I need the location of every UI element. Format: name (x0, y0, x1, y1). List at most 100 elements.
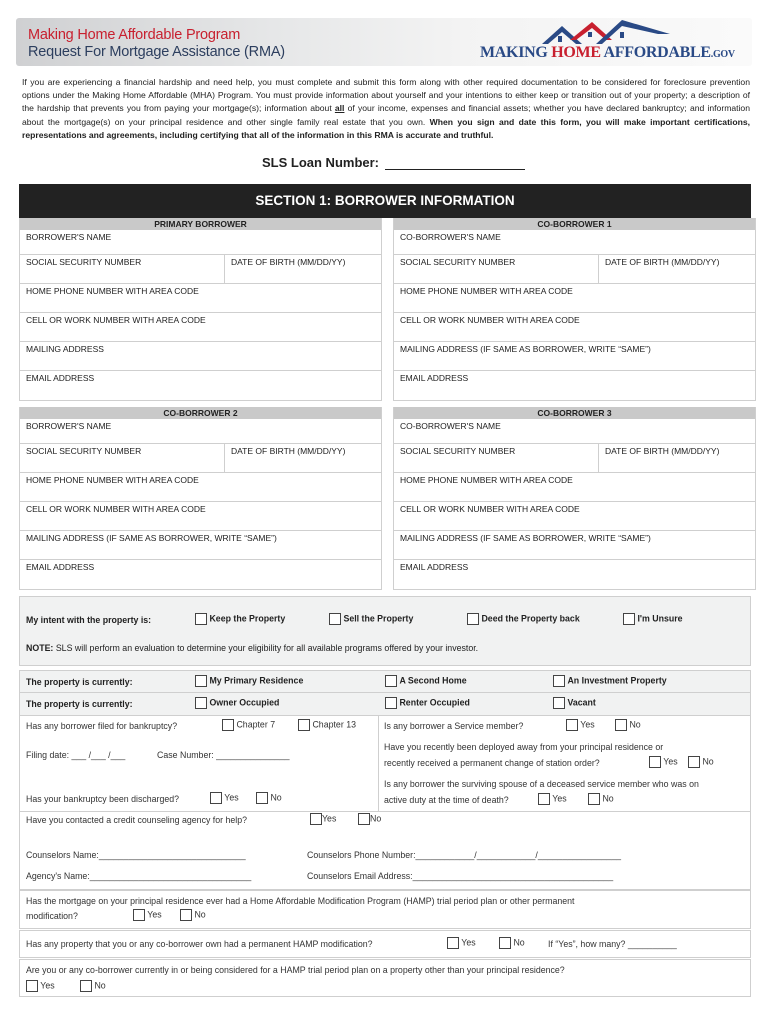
email-field[interactable]: EMAIL ADDRESS (20, 371, 381, 400)
service-yes-checkbox[interactable] (566, 719, 578, 731)
service-yes-option[interactable]: Yes (566, 719, 595, 731)
hamp-q1-no-checkbox[interactable] (180, 909, 192, 921)
hamp-q2-yes-checkbox[interactable] (447, 937, 459, 949)
discharged-yes-checkbox[interactable] (210, 792, 222, 804)
mailing-address-field[interactable]: MAILING ADDRESS (IF SAME AS BORROWER, WR… (20, 531, 381, 559)
primary-residence-checkbox[interactable] (195, 675, 207, 687)
hamp-q2-yes-option[interactable]: Yes (447, 937, 476, 949)
cell-phone-field[interactable]: CELL OR WORK NUMBER WITH AREA CODE (394, 313, 755, 341)
keep-checkbox[interactable] (195, 613, 207, 625)
dob-field[interactable]: DATE OF BIRTH (MM/DD/YY) (599, 444, 755, 472)
cell-phone-field[interactable]: CELL OR WORK NUMBER WITH AREA CODE (394, 502, 755, 530)
renter-occupied-checkbox[interactable] (385, 697, 397, 709)
chapter-13-option[interactable]: Chapter 13 (298, 719, 356, 731)
deployed-no-option[interactable]: No (688, 756, 714, 768)
counselor-email-field[interactable]: Counselors Email Address:_______________… (307, 871, 613, 881)
second-home-option[interactable]: A Second Home (385, 675, 467, 687)
counseling-no-checkbox[interactable] (358, 813, 370, 825)
spouse-no-option[interactable]: No (588, 793, 614, 805)
table-heading: PRIMARY BORROWER (20, 218, 381, 230)
hamp-q2-no-checkbox[interactable] (499, 937, 511, 949)
sell-checkbox[interactable] (329, 613, 341, 625)
deployed-yes-option[interactable]: Yes (649, 756, 678, 768)
spouse-yes-option[interactable]: Yes (538, 793, 567, 805)
discharged-no-option[interactable]: No (256, 792, 282, 804)
ssn-field[interactable]: SOCIAL SECURITY NUMBER (394, 444, 599, 472)
cell-phone-field[interactable]: CELL OR WORK NUMBER WITH AREA CODE (20, 313, 381, 341)
deployed-yes-checkbox[interactable] (649, 756, 661, 768)
primary-residence-option[interactable]: My Primary Residence (195, 675, 303, 687)
hamp-q3-yes-option[interactable]: Yes (26, 980, 55, 992)
discharged-yes-option[interactable]: Yes (210, 792, 239, 804)
spouse-yes-checkbox[interactable] (538, 793, 550, 805)
counselor-name-field[interactable]: Counselors Name:________________________… (26, 850, 246, 860)
counselor-phone-field[interactable]: Counselors Phone Number:____________/___… (307, 850, 621, 860)
hamp-q1-yes-option[interactable]: Yes (133, 909, 162, 921)
owner-occupied-option[interactable]: Owner Occupied (195, 697, 279, 709)
co-borrower-2-table: CO-BORROWER 2 BORROWER'S NAME SOCIAL SEC… (19, 407, 382, 590)
intent-label: My intent with the property is: (26, 615, 152, 625)
investment-checkbox[interactable] (553, 675, 565, 687)
email-field[interactable]: EMAIL ADDRESS (394, 371, 755, 400)
borrower-name-field[interactable]: CO-BORROWER'S NAME (394, 419, 755, 443)
case-number-field[interactable]: Case Number: _______________ (157, 750, 290, 760)
spouse-question-line1: Is any borrower the surviving spouse of … (384, 779, 699, 789)
borrower-name-field[interactable]: BORROWER'S NAME (20, 230, 381, 254)
hamp-q2-no-option[interactable]: No (499, 937, 525, 949)
agency-name-field[interactable]: Agency's Name:__________________________… (26, 871, 251, 881)
mailing-address-field[interactable]: MAILING ADDRESS (20, 342, 381, 370)
email-field[interactable]: EMAIL ADDRESS (20, 560, 381, 589)
cell-phone-field[interactable]: CELL OR WORK NUMBER WITH AREA CODE (20, 502, 381, 530)
unsure-checkbox[interactable] (623, 613, 635, 625)
spouse-no-checkbox[interactable] (588, 793, 600, 805)
renter-occupied-option[interactable]: Renter Occupied (385, 697, 470, 709)
home-phone-field[interactable]: HOME PHONE NUMBER WITH AREA CODE (394, 473, 755, 501)
counseling-question: Have you contacted a credit counseling a… (26, 815, 248, 825)
service-no-option[interactable]: No (615, 719, 641, 731)
hamp-q3-no-checkbox[interactable] (80, 980, 92, 992)
home-phone-field[interactable]: HOME PHONE NUMBER WITH AREA CODE (394, 284, 755, 312)
borrower-name-field[interactable]: CO-BORROWER'S NAME (394, 230, 755, 254)
counseling-yes-checkbox[interactable] (310, 813, 322, 825)
investment-property-option[interactable]: An Investment Property (553, 675, 667, 687)
discharged-no-checkbox[interactable] (256, 792, 268, 804)
owner-occupied-checkbox[interactable] (195, 697, 207, 709)
chapter-7-option[interactable]: Chapter 7 (222, 719, 275, 731)
home-phone-field[interactable]: HOME PHONE NUMBER WITH AREA CODE (20, 284, 381, 312)
hamp-how-many-field[interactable]: If “Yes”, how many? __________ (548, 939, 677, 949)
loan-number-input[interactable] (385, 158, 526, 170)
deed-checkbox[interactable] (467, 613, 479, 625)
table-heading: CO-BORROWER 3 (394, 407, 755, 419)
email-field[interactable]: EMAIL ADDRESS (394, 560, 755, 589)
counseling-no-option[interactable]: No (358, 813, 381, 825)
vacant-checkbox[interactable] (553, 697, 565, 709)
intent-unsure-option[interactable]: I'm Unsure (623, 613, 683, 625)
mailing-address-field[interactable]: MAILING ADDRESS (IF SAME AS BORROWER, WR… (394, 531, 755, 559)
service-no-checkbox[interactable] (615, 719, 627, 731)
dob-field[interactable]: DATE OF BIRTH (MM/DD/YY) (225, 444, 381, 472)
filing-date-field[interactable]: Filing date: ___ /___ /___ (26, 750, 125, 760)
deployed-no-checkbox[interactable] (688, 756, 700, 768)
borrower-name-field[interactable]: BORROWER'S NAME (20, 419, 381, 443)
vacant-option[interactable]: Vacant (553, 697, 596, 709)
ssn-field[interactable]: SOCIAL SECURITY NUMBER (20, 444, 225, 472)
dob-field[interactable]: DATE OF BIRTH (MM/DD/YY) (599, 255, 755, 283)
hamp-q3-yes-checkbox[interactable] (26, 980, 38, 992)
second-home-checkbox[interactable] (385, 675, 397, 687)
hamp-q1-no-option[interactable]: No (180, 909, 206, 921)
counseling-yes-option[interactable]: Yes (310, 813, 336, 825)
home-phone-field[interactable]: HOME PHONE NUMBER WITH AREA CODE (20, 473, 381, 501)
chapter-13-checkbox[interactable] (298, 719, 310, 731)
hamp-q1-yes-checkbox[interactable] (133, 909, 145, 921)
ssn-field[interactable]: SOCIAL SECURITY NUMBER (20, 255, 225, 283)
chapter-7-checkbox[interactable] (222, 719, 234, 731)
intent-keep-option[interactable]: Keep the Property (195, 613, 285, 625)
hamp-q3-no-option[interactable]: No (80, 980, 106, 992)
mailing-address-field[interactable]: MAILING ADDRESS (IF SAME AS BORROWER, WR… (394, 342, 755, 370)
loan-number-field[interactable]: SLS Loan Number: (262, 155, 526, 170)
intent-deed-option[interactable]: Deed the Property back (467, 613, 580, 625)
ssn-field[interactable]: SOCIAL SECURITY NUMBER (394, 255, 599, 283)
intent-sell-option[interactable]: Sell the Property (329, 613, 413, 625)
property-label: The property is currently: (26, 677, 133, 687)
dob-field[interactable]: DATE OF BIRTH (MM/DD/YY) (225, 255, 381, 283)
